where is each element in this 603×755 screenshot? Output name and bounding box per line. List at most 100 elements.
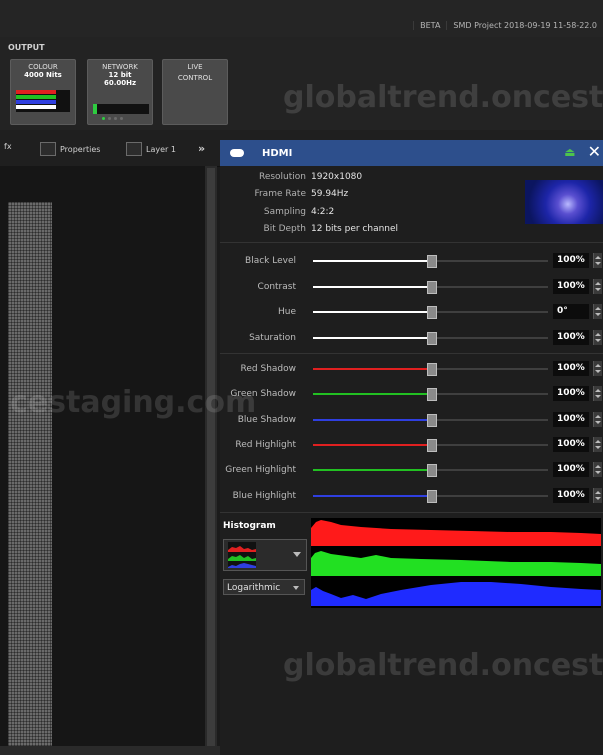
properties-label: Properties: [60, 144, 101, 154]
slider-fill: [313, 368, 431, 370]
slider-label: Black Level: [245, 256, 296, 266]
tile-value: 12 bit: [108, 71, 132, 79]
slider-handle[interactable]: [426, 413, 437, 427]
vertical-scrollbar[interactable]: [205, 166, 217, 755]
spinner-icon[interactable]: [593, 462, 602, 478]
slider-row: Blue Shadow 100%: [220, 410, 603, 430]
slider-label: Blue Highlight: [232, 490, 296, 501]
slider-value-field[interactable]: 100%: [553, 462, 589, 478]
histogram-graph: [311, 518, 601, 608]
slider-label: Red Highlight: [235, 439, 296, 450]
slider-track[interactable]: [313, 255, 548, 268]
slider-fill: [313, 494, 431, 497]
watermark-text: globaltrend.oncest: [283, 648, 603, 683]
histogram-channel-dropdown[interactable]: [223, 539, 307, 571]
slider-track[interactable]: [313, 438, 548, 452]
resolution-value: 1920x1080: [311, 172, 363, 182]
panel-header: HDMI ⏏ ✕: [220, 140, 603, 166]
layer-tab[interactable]: Layer 1: [126, 142, 176, 156]
watermark-text: cestaging.com: [10, 385, 257, 420]
slider-value-field[interactable]: 0°: [553, 304, 589, 319]
green-histogram: [311, 551, 601, 576]
slider-label: Hue: [277, 307, 296, 317]
slider-track[interactable]: [313, 413, 548, 427]
bitdepth-label: Bit Depth: [263, 224, 306, 234]
slider-track[interactable]: [313, 489, 548, 503]
slider-track[interactable]: [313, 280, 548, 294]
slider-fill: [313, 285, 431, 288]
watermark-text: globaltrend.oncest: [283, 80, 603, 115]
histogram-scale-select[interactable]: Logarithmic: [223, 579, 305, 595]
slider-value-field[interactable]: 100%: [553, 411, 589, 427]
slider-value-field[interactable]: 100%: [553, 386, 589, 402]
tile-title: NETWORK: [102, 63, 138, 71]
colour-tile[interactable]: COLOUR 4000 Nits: [10, 59, 76, 125]
sampling-value: 4:2:2: [311, 207, 335, 217]
bottom-scrollbar[interactable]: [0, 746, 220, 755]
slider-handle[interactable]: [426, 255, 437, 268]
slider-label: Green Highlight: [225, 465, 296, 476]
spinner-icon[interactable]: [593, 487, 602, 503]
histogram-section: Histogram Logarithmic: [220, 512, 603, 613]
resolution-row: Resolution 1920x1080: [220, 172, 520, 182]
slider-fill: [313, 443, 431, 446]
slider-track[interactable]: [313, 363, 548, 376]
spinner-icon[interactable]: [593, 386, 602, 402]
spinner-icon[interactable]: [593, 278, 602, 294]
beta-badge: BETA: [413, 20, 446, 30]
slider-value-field[interactable]: 100%: [553, 253, 589, 268]
slider-handle[interactable]: [426, 363, 437, 376]
resolution-label: Resolution: [258, 172, 306, 182]
slider-fill: [313, 336, 431, 339]
scrollbar-thumb[interactable]: [207, 168, 215, 748]
network-level-bar: [93, 104, 149, 114]
slider-fill: [313, 469, 431, 472]
slider-track[interactable]: [313, 306, 548, 319]
chevron-down-icon: [293, 586, 299, 590]
spinner-icon[interactable]: [593, 361, 602, 376]
spinner-icon[interactable]: [593, 253, 602, 268]
slider-handle[interactable]: [426, 331, 437, 345]
slider-row: Red Shadow 100%: [220, 359, 603, 379]
slider-track[interactable]: [313, 388, 548, 402]
slider-handle[interactable]: [426, 464, 437, 478]
sampling-row: Sampling 4:2:2: [220, 207, 520, 217]
spinner-icon[interactable]: [593, 329, 602, 345]
slider-track[interactable]: [313, 331, 548, 345]
spinner-icon[interactable]: [593, 304, 602, 319]
rgb-bars-icon: [16, 90, 70, 112]
live-control-tile[interactable]: LIVE CONTROL: [162, 59, 228, 125]
tab-fx[interactable]: fx: [4, 142, 12, 151]
bitdepth-row: Bit Depth 12 bits per channel: [220, 224, 520, 234]
properties-icon: [40, 142, 56, 156]
enable-toggle[interactable]: [230, 149, 244, 157]
close-icon[interactable]: ✕: [588, 144, 601, 160]
chevron-down-icon: [293, 552, 301, 557]
pin-icon[interactable]: ⏏: [564, 144, 575, 160]
properties-tab[interactable]: Properties: [40, 142, 100, 156]
divider: [220, 353, 603, 354]
slider-value-field[interactable]: 100%: [553, 278, 589, 294]
adjustment-sliders: Black Level 100% Contrast 100% Hue 0° Saturati…: [220, 243, 603, 513]
slider-value-field[interactable]: 100%: [553, 487, 589, 503]
slider-handle[interactable]: [426, 489, 437, 503]
slider-value-field[interactable]: 100%: [553, 361, 589, 376]
slider-handle[interactable]: [426, 388, 437, 402]
tile-value: 4000 Nits: [24, 71, 62, 79]
spinner-icon[interactable]: [593, 411, 602, 427]
slider-row: Green Shadow 100%: [220, 384, 603, 404]
slider-track[interactable]: [313, 464, 548, 478]
slider-handle[interactable]: [426, 438, 437, 452]
page-dots: [102, 117, 123, 120]
slider-handle[interactable]: [426, 280, 437, 294]
slider-value-field[interactable]: 100%: [553, 436, 589, 452]
tile-subtitle: CONTROL: [177, 74, 213, 82]
slider-value-field[interactable]: 100%: [553, 329, 589, 345]
network-tile[interactable]: NETWORK 12 bit 60.00Hz: [87, 59, 153, 125]
slider-handle[interactable]: [426, 306, 437, 319]
slider-row: Black Level 100%: [220, 251, 603, 271]
led-grid-preview[interactable]: [8, 202, 52, 750]
slider-fill: [313, 311, 431, 313]
spinner-icon[interactable]: [593, 436, 602, 452]
more-button[interactable]: »: [198, 142, 205, 155]
